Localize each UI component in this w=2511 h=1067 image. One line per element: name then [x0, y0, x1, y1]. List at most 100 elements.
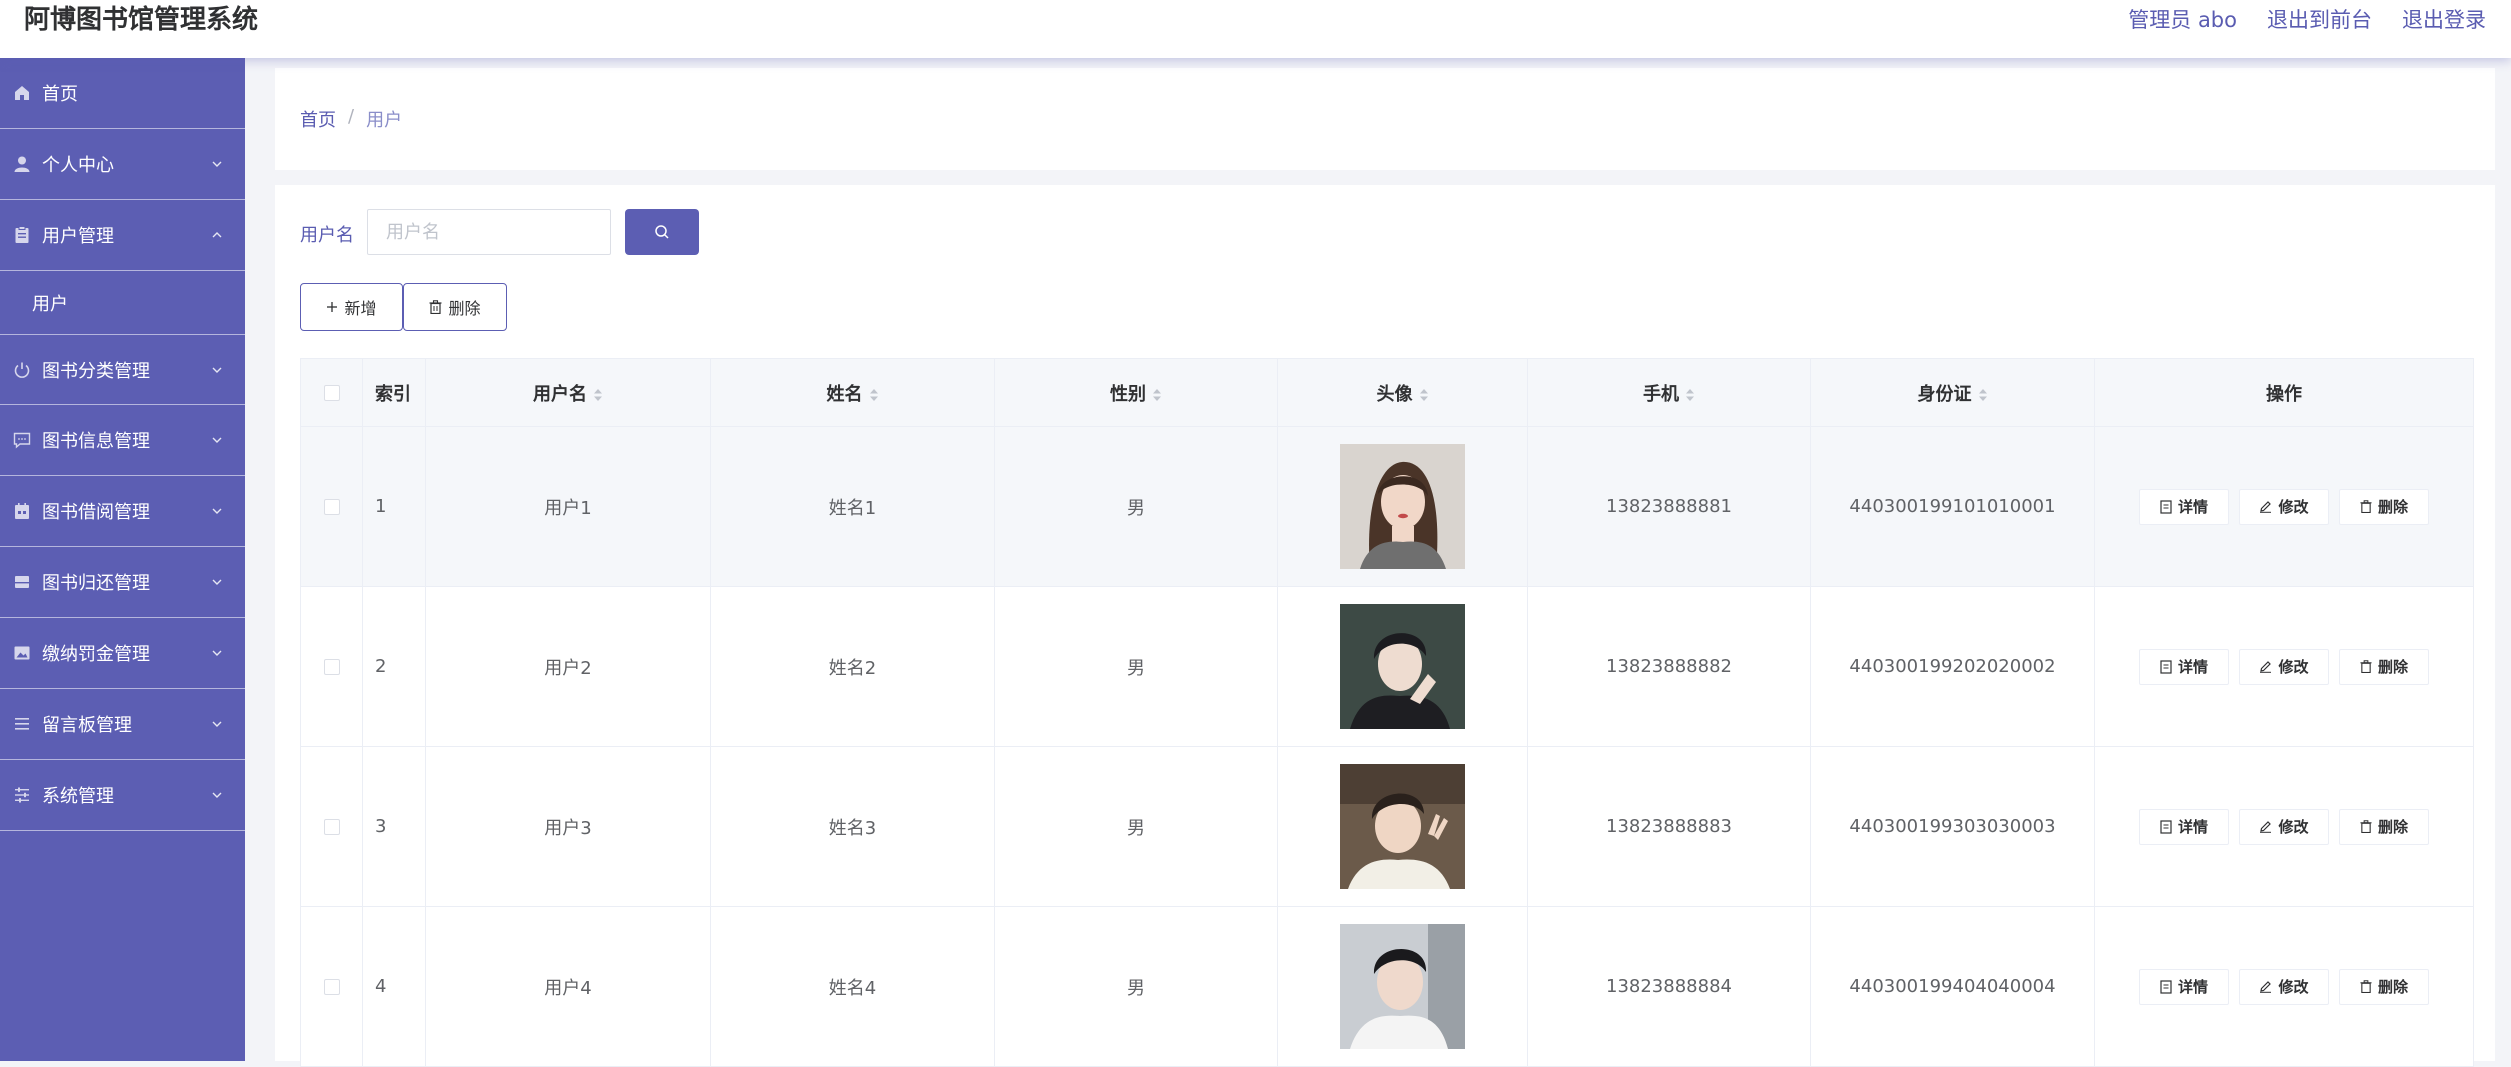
sidebar-item-book-category[interactable]: 图书分类管理 [0, 335, 245, 405]
cell-index: 2 [362, 586, 426, 747]
trash-icon [2360, 660, 2372, 673]
column-header-label: 性别 [1110, 383, 1146, 405]
table-row: 2 用户2 姓名2 男 13823888882 4403001992020200… [300, 586, 2474, 747]
main-panel: 用户名 新增 删除 索引 用户名 姓名 性别 头像 手机 身份证 操作 [275, 185, 2495, 1067]
sidebar-item-message-board[interactable]: 留言板管理 [0, 689, 245, 760]
column-header-name[interactable]: 姓名 [710, 358, 995, 427]
detail-button[interactable]: 详情 [2139, 808, 2229, 845]
select-all-cell[interactable] [300, 358, 363, 427]
column-header-index: 索引 [362, 358, 426, 427]
breadcrumb-home[interactable]: 首页 [300, 106, 336, 132]
trash-icon [2360, 820, 2372, 833]
sidebar-item-system[interactable]: 系统管理 [0, 760, 245, 831]
table-row: 1 用户1 姓名1 男 13823888881 4403001991010100… [300, 426, 2474, 587]
chevron-down-icon [212, 508, 222, 514]
row-select-cell[interactable] [300, 426, 363, 587]
chevron-down-icon [212, 437, 222, 443]
cell-username: 用户1 [425, 426, 711, 587]
column-header-username[interactable]: 用户名 [425, 358, 711, 427]
trash-icon [2360, 500, 2372, 513]
edit-button[interactable]: 修改 [2239, 648, 2329, 685]
cell-phone: 13823888883 [1527, 746, 1811, 907]
sidebar-item-book-info[interactable]: 图书信息管理 [0, 405, 245, 476]
drawer-icon [12, 572, 32, 592]
plus-icon [327, 302, 338, 312]
sidebar-item-label: 个人中心 [42, 155, 114, 176]
select-all-checkbox[interactable] [323, 385, 340, 401]
search-button[interactable] [625, 209, 699, 255]
edit-button[interactable]: 修改 [2239, 488, 2329, 525]
admin-user-label[interactable]: 管理员 abo [2128, 4, 2237, 36]
sidebar-item-label: 图书借阅管理 [42, 502, 150, 523]
sidebar-item-profile[interactable]: 个人中心 [0, 129, 245, 200]
cell-gender: 男 [994, 426, 1278, 587]
detail-button-label: 详情 [2177, 658, 2208, 676]
delete-button[interactable]: 删除 [2339, 968, 2429, 1005]
cell-id-card: 440300199101010001 [1810, 426, 2095, 587]
cell-actions: 详情 修改 删除 [2094, 906, 2474, 1067]
column-header-label: 用户名 [533, 383, 587, 405]
username-search-input[interactable] [367, 209, 611, 255]
detail-button[interactable]: 详情 [2139, 968, 2229, 1005]
detail-button[interactable]: 详情 [2139, 488, 2229, 525]
breadcrumb-panel: 首页 / 用户 [275, 68, 2495, 170]
sidebar-item-book-return[interactable]: 图书归还管理 [0, 547, 245, 618]
row-checkbox[interactable] [323, 499, 340, 515]
cell-username: 用户2 [425, 586, 711, 747]
column-header-gender[interactable]: 性别 [994, 358, 1278, 427]
cell-actions: 详情 修改 删除 [2094, 586, 2474, 747]
detail-button[interactable]: 详情 [2139, 648, 2229, 685]
cell-avatar [1277, 586, 1528, 747]
edit-button[interactable]: 修改 [2239, 968, 2329, 1005]
delete-button[interactable]: 删除 [2339, 808, 2429, 845]
row-select-cell[interactable] [300, 906, 363, 1067]
sidebar-item-home[interactable]: 首页 [0, 58, 245, 129]
user-icon [12, 154, 32, 174]
row-select-cell[interactable] [300, 586, 363, 747]
column-header-phone[interactable]: 手机 [1527, 358, 1811, 427]
cell-gender: 男 [994, 746, 1278, 907]
sidebar-item-book-borrow[interactable]: 图书借阅管理 [0, 476, 245, 547]
add-button-label: 新增 [344, 299, 377, 318]
cell-index: 1 [362, 426, 426, 587]
sort-icon[interactable] [1685, 387, 1695, 403]
column-header-id-card[interactable]: 身份证 [1810, 358, 2095, 427]
edit-icon [2260, 661, 2272, 673]
breadcrumb-current: 用户 [366, 110, 403, 131]
sort-icon[interactable] [1978, 387, 1988, 403]
sidebar-item-user-management[interactable]: 用户管理 [0, 200, 245, 271]
delete-button-label: 删除 [2377, 658, 2408, 676]
sidebar-item-fine-payment[interactable]: 缴纳罚金管理 [0, 618, 245, 689]
exit-to-front-link[interactable]: 退出到前台 [2267, 4, 2372, 36]
sort-icon[interactable] [1152, 387, 1162, 403]
row-checkbox[interactable] [323, 819, 340, 835]
sort-icon[interactable] [1419, 387, 1429, 403]
column-header-avatar[interactable]: 头像 [1277, 358, 1528, 427]
breadcrumb: 首页 / 用户 [300, 106, 402, 132]
cell-username: 用户4 [425, 906, 711, 1067]
avatar[interactable] [1340, 924, 1465, 1049]
row-select-cell[interactable] [300, 746, 363, 907]
detail-button-label: 详情 [2177, 818, 2208, 836]
delete-button[interactable]: 删除 [2339, 488, 2429, 525]
batch-delete-button[interactable]: 删除 [403, 283, 507, 331]
cell-phone: 13823888882 [1527, 586, 1811, 747]
sort-icon[interactable] [593, 387, 603, 403]
breadcrumb-separator: / [348, 106, 355, 127]
list-icon [12, 714, 32, 734]
row-checkbox[interactable] [323, 659, 340, 675]
cell-id-card: 440300199404040004 [1810, 906, 2095, 1067]
sidebar-subitem-users[interactable]: 用户 [0, 271, 245, 335]
top-header: 阿博图书馆管理系统 管理员 abo 退出到前台 退出登录 [0, 0, 2511, 58]
logout-link[interactable]: 退出登录 [2402, 4, 2486, 36]
edit-button[interactable]: 修改 [2239, 808, 2329, 845]
avatar[interactable] [1340, 444, 1465, 569]
avatar[interactable] [1340, 604, 1465, 729]
sort-icon[interactable] [869, 387, 879, 403]
add-button[interactable]: 新增 [300, 283, 403, 331]
row-checkbox[interactable] [323, 979, 340, 995]
avatar[interactable] [1340, 764, 1465, 889]
cell-name: 姓名1 [710, 426, 995, 587]
cell-index: 3 [362, 746, 426, 907]
delete-button[interactable]: 删除 [2339, 648, 2429, 685]
